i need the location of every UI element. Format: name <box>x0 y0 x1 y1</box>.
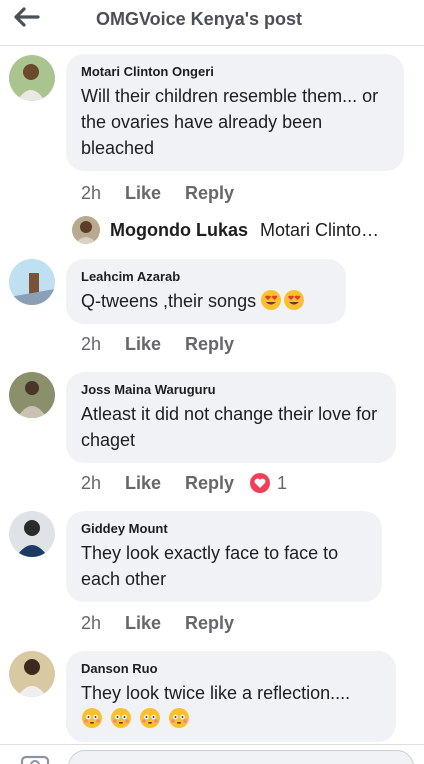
page-title: OMGVoice Kenya's post <box>96 9 302 29</box>
comment-bubble: Motari Clinton Ongeri Will their childre… <box>66 54 404 171</box>
comment-actions: 2h Like Reply <box>81 612 234 634</box>
comment-bubble: Leahcim Azarab Q-tweens ,their songs <box>66 259 346 324</box>
reply-preview[interactable]: Mogondo Lukas Motari Clinto… <box>72 216 412 246</box>
reply-button[interactable]: Reply <box>185 182 234 204</box>
comment-time[interactable]: 2h <box>81 472 125 494</box>
comment-time[interactable]: 2h <box>81 182 125 204</box>
reply-avatar[interactable] <box>72 216 100 244</box>
comment-bubble: Giddey Mount They look exactly face to f… <box>66 511 382 602</box>
like-button[interactable]: Like <box>125 612 185 634</box>
comment-text: They look twice like a reflection.... <box>81 683 351 703</box>
heart-eyes-emoji <box>260 289 282 311</box>
comment-input[interactable] <box>68 750 414 764</box>
comment-text: Will their children resemble them... or … <box>81 86 379 158</box>
comment-actions: 2h Like Reply 1 <box>81 472 287 494</box>
love-reaction-icon <box>250 473 271 493</box>
reaction-summary[interactable]: 1 <box>249 472 287 494</box>
reply-button[interactable]: Reply <box>185 472 234 494</box>
comment-author[interactable]: Danson Ruo <box>81 661 382 677</box>
camera-icon <box>20 755 50 764</box>
avatar[interactable] <box>9 372 55 418</box>
like-button[interactable]: Like <box>125 333 185 355</box>
flushed-face-emoji <box>81 707 103 729</box>
comment-time[interactable]: 2h <box>81 612 125 634</box>
comment-text: They look exactly face to face to each o… <box>81 543 339 589</box>
comment-bubble: Danson Ruo They look twice like a reflec… <box>66 651 396 742</box>
comment-text: Q-tweens ,their songs <box>81 291 257 311</box>
comment-author[interactable]: Motari Clinton Ongeri <box>81 64 390 80</box>
comment-author[interactable]: Leahcim Azarab <box>81 269 332 285</box>
flushed-face-emoji <box>139 707 161 729</box>
top-bar: OMGVoice Kenya's post <box>0 0 424 46</box>
camera-button[interactable] <box>20 751 50 764</box>
arrow-left-icon <box>14 7 40 27</box>
back-button[interactable] <box>14 6 44 30</box>
comment-composer <box>0 744 424 764</box>
comment-bubble: Joss Maina Waruguru Atleast it did not c… <box>66 372 396 463</box>
reaction-count: 1 <box>277 473 288 493</box>
comment-actions: 2h Like Reply <box>81 182 234 204</box>
comment-author[interactable]: Joss Maina Waruguru <box>81 382 382 398</box>
flushed-face-emoji <box>168 707 190 729</box>
reply-author[interactable]: Mogondo Lukas <box>110 220 248 241</box>
avatar[interactable] <box>9 511 55 557</box>
emoji-row <box>81 706 382 732</box>
comment-time[interactable]: 2h <box>81 333 125 355</box>
comment-text: Atleast it did not change their love for… <box>81 404 378 450</box>
reply-button[interactable]: Reply <box>185 333 234 355</box>
comment-text-row: Q-tweens ,their songs <box>81 288 332 314</box>
comment-actions: 2h Like Reply <box>81 333 234 355</box>
reply-text: Motari Clinto… <box>260 220 380 240</box>
heart-eyes-emoji <box>283 289 305 311</box>
like-button[interactable]: Like <box>125 472 185 494</box>
reply-button[interactable]: Reply <box>185 612 234 634</box>
flushed-face-emoji <box>110 707 132 729</box>
like-button[interactable]: Like <box>125 182 185 204</box>
comment-author[interactable]: Giddey Mount <box>81 521 368 537</box>
avatar[interactable] <box>9 259 55 305</box>
avatar[interactable] <box>9 651 55 697</box>
avatar[interactable] <box>9 55 55 101</box>
